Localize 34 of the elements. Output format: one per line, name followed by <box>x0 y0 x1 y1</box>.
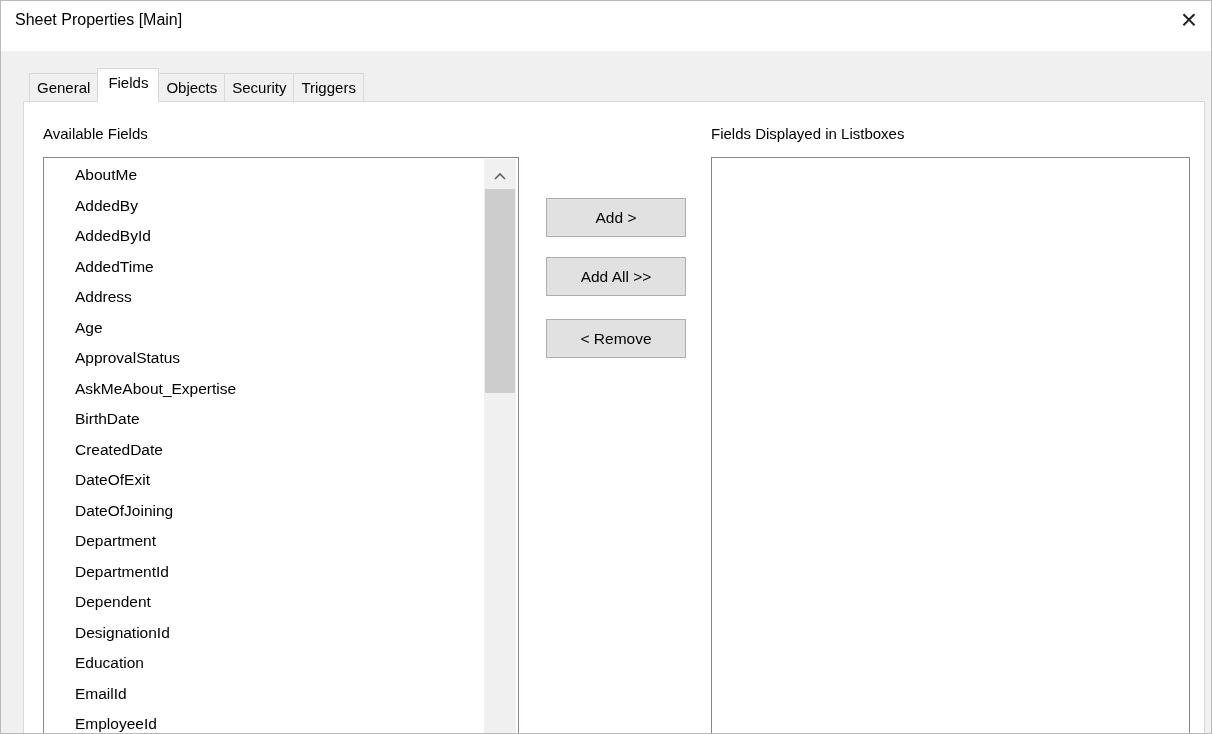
move-button[interactable]: Add All >> <box>546 257 686 296</box>
displayed-fields-list[interactable] <box>711 157 1190 733</box>
list-item[interactable]: Dependent <box>75 587 484 618</box>
list-label: Available Fields <box>43 125 149 144</box>
tab[interactable]: General <box>29 73 99 101</box>
list-item[interactable]: EmployeeId <box>75 709 484 733</box>
move-button[interactable]: < Remove <box>546 319 686 358</box>
list-item[interactable]: Education <box>75 648 484 679</box>
list-item[interactable]: AboutMe <box>75 160 484 191</box>
list-item[interactable]: CreatedDate <box>75 434 484 465</box>
tab[interactable]: Fields <box>97 68 160 102</box>
scrollbar-thumb[interactable] <box>485 189 515 393</box>
list-item[interactable]: BirthDate <box>75 404 484 435</box>
move-button[interactable]: Add > <box>546 198 686 237</box>
list-label: Fields Displayed in Listboxes <box>711 125 906 144</box>
list-item[interactable]: AddedBy <box>75 190 484 221</box>
list-item[interactable]: DesignationId <box>75 617 484 648</box>
list-item[interactable]: Address <box>75 282 484 313</box>
list-item[interactable]: ApprovalStatus <box>75 343 484 374</box>
scroll-up-icon[interactable] <box>494 172 506 180</box>
list-item[interactable]: Age <box>75 312 484 343</box>
list-item[interactable]: DateOfExit <box>75 465 484 496</box>
close-button[interactable]: × <box>1174 6 1203 34</box>
list-item[interactable]: Department <box>75 526 484 557</box>
scrollbar[interactable] <box>484 159 516 733</box>
list-item[interactable]: EmailId <box>75 678 484 709</box>
list-item[interactable]: AddedById <box>75 221 484 252</box>
available-fields-list[interactable] <box>43 157 519 733</box>
window-title: Sheet Properties [Main] <box>15 11 183 29</box>
list-item[interactable]: AddedTime <box>75 251 484 282</box>
tab[interactable]: Triggers <box>293 73 364 101</box>
list-item[interactable]: DateOfJoining <box>75 495 484 526</box>
list-item[interactable]: AskMeAbout_Expertise <box>75 373 484 404</box>
list-item[interactable]: DepartmentId <box>75 556 484 587</box>
